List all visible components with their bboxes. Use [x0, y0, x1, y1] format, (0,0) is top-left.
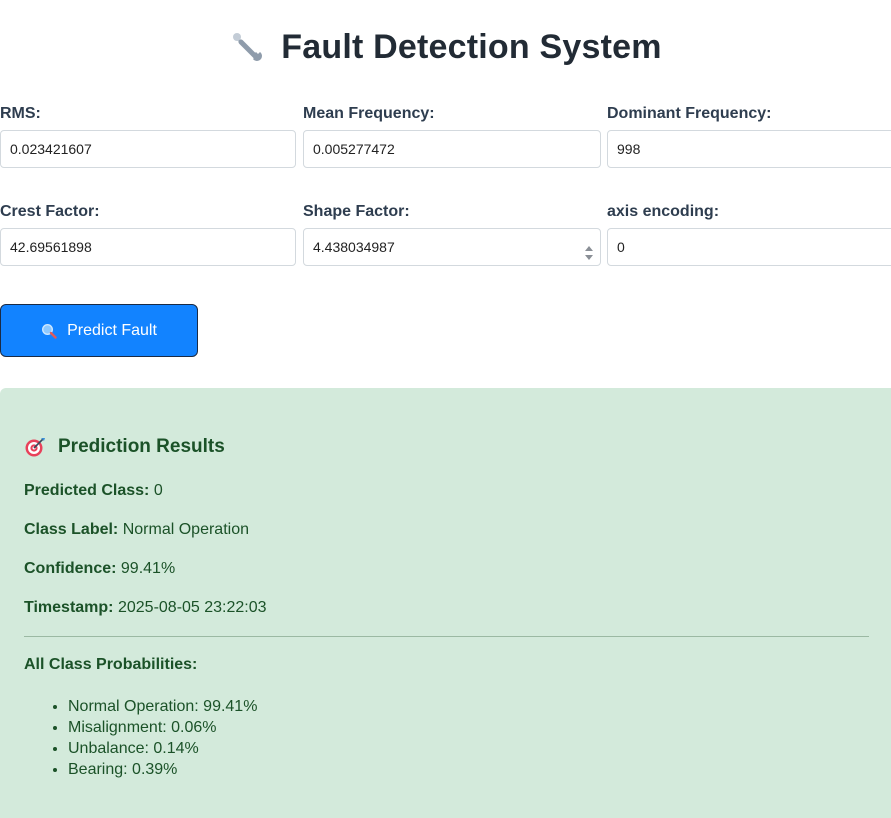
wrench-icon: [229, 29, 267, 67]
dominant-frequency-input[interactable]: 998: [607, 130, 891, 168]
class-label-line: Class Label: Normal Operation: [24, 521, 249, 539]
results-title: Prediction Results: [58, 436, 225, 457]
page-title: Fault Detection System: [281, 28, 662, 66]
class-label-label: Class Label:: [24, 521, 119, 538]
shape-factor-label: Shape Factor:: [303, 203, 410, 220]
axis-encoding-input[interactable]: 0: [607, 228, 891, 266]
dominant-frequency-label: Dominant Frequency:: [607, 105, 772, 122]
magnifier-icon: [41, 323, 57, 339]
shape-factor-input[interactable]: 4.438034987: [303, 228, 601, 266]
shape-factor-value: 4.438034987: [313, 239, 395, 255]
probabilities-title: All Class Probabilities:: [24, 656, 198, 673]
crest-factor-label: Crest Factor:: [0, 203, 100, 220]
timestamp-line: Timestamp: 2025-08-05 23:22:03: [24, 599, 267, 617]
predicted-class-label: Predicted Class:: [24, 482, 150, 499]
rms-label: RMS:: [0, 105, 41, 122]
axis-encoding-label: axis encoding:: [607, 203, 720, 220]
prediction-results-panel: Prediction Results Predicted Class: 0 Cl…: [0, 388, 891, 818]
results-divider: [24, 636, 869, 637]
results-header: Prediction Results: [24, 436, 225, 458]
list-item: Normal Operation: 99.41%: [68, 696, 257, 717]
rms-input[interactable]: 0.023421607: [0, 130, 296, 168]
confidence-label: Confidence:: [24, 560, 117, 577]
crest-factor-input[interactable]: 42.69561898: [0, 228, 296, 266]
list-item: Misalignment: 0.06%: [68, 717, 257, 738]
header: Fault Detection System: [0, 28, 891, 67]
timestamp-value: 2025-08-05 23:22:03: [117, 599, 267, 616]
confidence-line: Confidence: 99.41%: [24, 560, 175, 578]
list-item: Unbalance: 0.14%: [68, 738, 257, 759]
probabilities-list: Normal Operation: 99.41% Misalignment: 0…: [24, 696, 257, 780]
confidence-value: 99.41%: [120, 560, 176, 577]
timestamp-label: Timestamp:: [24, 599, 114, 616]
number-spinner-icon[interactable]: [584, 239, 594, 260]
page: Fault Detection System RMS: 0.023421607 …: [0, 0, 891, 818]
predicted-class-value: 0: [153, 482, 163, 499]
target-icon: [24, 436, 46, 458]
list-item: Bearing: 0.39%: [68, 759, 257, 780]
predict-fault-button[interactable]: Predict Fault: [0, 304, 198, 357]
predict-fault-label: Predict Fault: [67, 321, 157, 339]
class-label-value: Normal Operation: [122, 521, 249, 538]
mean-frequency-label: Mean Frequency:: [303, 105, 435, 122]
mean-frequency-input[interactable]: 0.005277472: [303, 130, 601, 168]
predicted-class-line: Predicted Class: 0: [24, 482, 163, 500]
